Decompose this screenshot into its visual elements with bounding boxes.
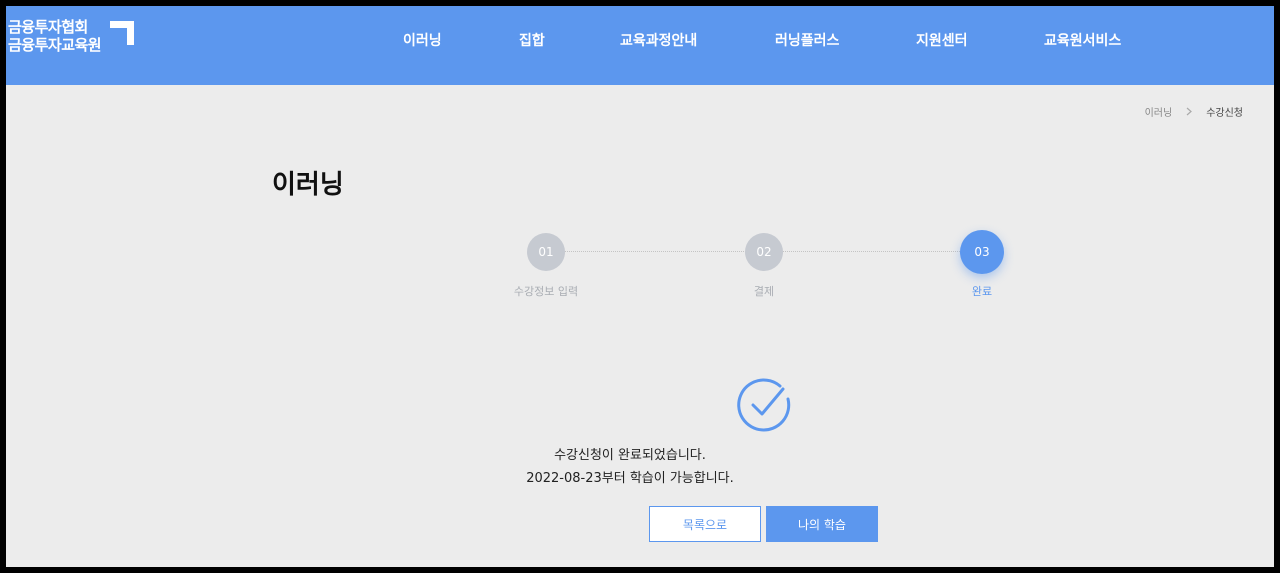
check-circle-icon	[737, 378, 791, 432]
nav-item-services[interactable]: 교육원서비스	[1044, 30, 1121, 50]
chevron-right-icon	[1186, 107, 1193, 116]
step-1-circle: 01	[527, 233, 565, 271]
step-2-number: 02	[756, 245, 772, 259]
nav-item-course-guide[interactable]: 교육과정안내	[620, 30, 697, 50]
main-nav: 이러닝 집합 교육과정안내 러닝플러스 지원센터 교육원서비스	[6, 6, 1274, 85]
step-1-number: 01	[538, 245, 554, 259]
step-1-label: 수강정보 입력	[513, 285, 579, 298]
step-3-number: 03	[974, 245, 990, 259]
step-3-label: 완료	[971, 285, 993, 298]
nav-item-learning-plus[interactable]: 러닝플러스	[775, 30, 839, 50]
page: 금융투자협회 금융투자교육원 이러닝 집합 교육과정안내 러닝플러스 지원센터 …	[6, 6, 1274, 567]
result-availability: 2022-08-23부터 학습이 가능합니다.	[526, 471, 734, 486]
nav-item-group[interactable]: 집합	[519, 30, 545, 50]
breadcrumb-item-current: 수강신청	[1206, 108, 1243, 119]
breadcrumb-item-elearning[interactable]: 이러닝	[1145, 104, 1173, 119]
step-2-label: 결제	[753, 285, 775, 298]
list-button[interactable]: 목록으로	[649, 506, 761, 542]
step-3-circle: 03	[960, 230, 1004, 274]
nav-item-support[interactable]: 지원센터	[916, 30, 968, 50]
page-title: 이러닝	[272, 170, 344, 200]
my-learning-button[interactable]: 나의 학습	[766, 506, 878, 542]
result-message: 수강신청이 완료되었습니다.	[554, 448, 706, 463]
breadcrumb: 이러닝 수강신청	[1145, 104, 1243, 119]
header: 금융투자협회 금융투자교육원 이러닝 집합 교육과정안내 러닝플러스 지원센터 …	[6, 6, 1274, 85]
step-2-circle: 02	[745, 233, 783, 271]
nav-item-elearning[interactable]: 이러닝	[403, 30, 442, 50]
